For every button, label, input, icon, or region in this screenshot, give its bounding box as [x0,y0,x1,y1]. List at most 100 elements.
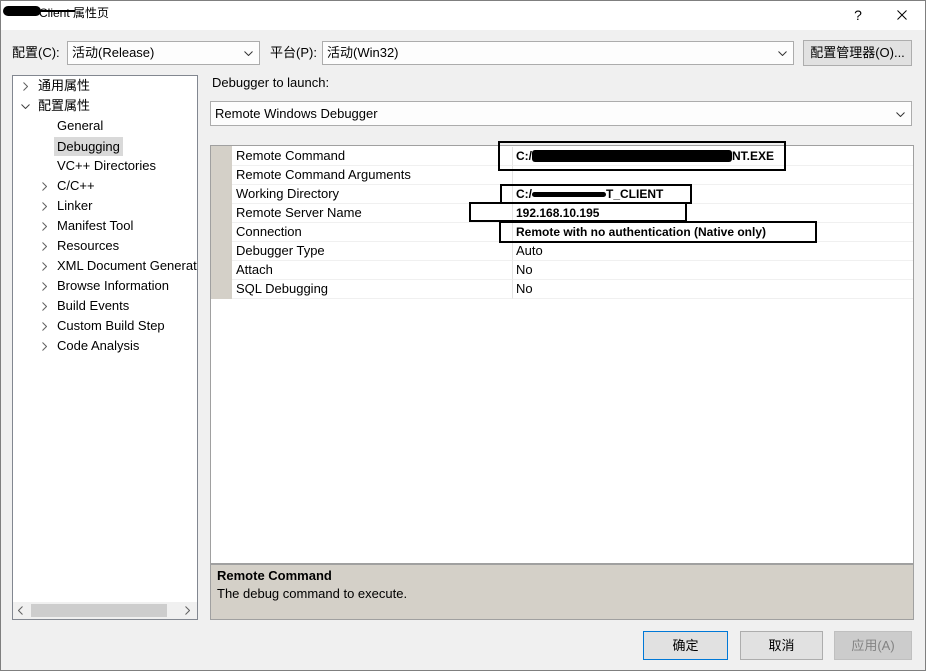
grid-row-debugger-type[interactable]: Debugger Type Auto [211,242,913,261]
debugger-to-launch-label: Debugger to launch: [212,75,330,90]
close-button[interactable] [880,1,924,29]
chevron-right-icon[interactable] [42,262,47,271]
chevron-down-icon[interactable] [21,104,30,109]
chevron-right-icon[interactable] [42,202,47,211]
property-name: Remote Command Arguments [232,166,513,185]
tree-item-linker[interactable]: Linker [13,196,197,216]
grid-row-remote-server-name[interactable]: Remote Server Name 192.168.10.195 [211,204,913,223]
help-button[interactable]: ? [838,1,878,29]
tree-item-configuration-properties[interactable]: 配置属性 [13,96,197,116]
redaction-scribble [532,192,606,197]
chevron-right-icon[interactable] [42,182,47,191]
property-pages-dialog: Client 属性页 ? 配置(C): 活动(Release) 平台(P): 活… [0,0,926,671]
chevron-right-icon[interactable] [42,282,47,291]
window-title: Client 属性页 [39,6,110,20]
tree-item-label: 通用属性 [38,78,91,93]
property-value[interactable]: No [513,280,913,299]
tree-item-common-properties[interactable]: 通用属性 [13,76,197,96]
property-value[interactable]: Remote with no authentication (Native on… [513,223,913,242]
tree-item-manifest-tool[interactable]: Manifest Tool [13,216,197,236]
property-name: Debugger Type [232,242,513,261]
tree-item-xml-document-generator[interactable]: XML Document Generat [13,256,197,276]
configuration-label: 配置(C): [12,45,60,60]
redaction-scribble [532,150,732,162]
property-name: Working Directory [232,185,513,204]
value-text: C:/ [516,149,532,163]
chevron-right-icon[interactable] [42,242,47,251]
cancel-button[interactable]: 取消 [740,631,823,660]
property-tree: 通用属性 配置属性 General Debugging VC++ Directo… [12,75,198,620]
configuration-manager-button[interactable]: 配置管理器(O)... [803,40,912,66]
chevron-left-icon[interactable] [18,606,23,615]
chevron-right-icon[interactable] [42,322,47,331]
tree-item-label: Manifest Tool [57,218,134,233]
configuration-dropdown[interactable]: 活动(Release) [67,41,260,65]
grid-row-working-directory[interactable]: Working Directory C:/ T_CLIENT [211,185,913,204]
property-name: Attach [232,261,513,280]
description-panel: Remote Command The debug command to exec… [210,564,914,620]
value-text: C:/ [516,187,532,201]
chevron-down-icon [896,112,905,117]
tree-item-label: Browse Information [57,278,169,293]
property-value[interactable]: No [513,261,913,280]
tree-item-label: General [57,118,104,133]
description-title: Remote Command [217,568,332,583]
property-name: Remote Command [232,147,513,166]
property-value[interactable]: C:/ NT.EXE [513,147,913,166]
chevron-right-icon[interactable] [23,82,28,91]
tree-item-vc-directories[interactable]: VC++ Directories [13,156,197,176]
chevron-right-icon[interactable] [42,342,47,351]
grid-row-remote-command-arguments[interactable]: Remote Command Arguments [211,166,913,185]
property-value[interactable]: Auto [513,242,913,261]
chevron-right-icon[interactable] [42,222,47,231]
platform-label: 平台(P): [270,45,317,60]
chevron-right-icon[interactable] [185,606,190,615]
tree-item-label: Build Events [57,298,130,313]
tree-item-browse-information[interactable]: Browse Information [13,276,197,296]
description-text: The debug command to execute. [217,586,408,601]
tree-item-general[interactable]: General [13,116,197,136]
tree-item-label: 配置属性 [38,98,91,113]
property-value[interactable]: C:/ T_CLIENT [513,185,913,204]
tree-item-label: Debugging [54,137,123,156]
chevron-down-icon [778,51,787,56]
ok-button[interactable]: 确定 [643,631,728,660]
tree-item-debugging[interactable]: Debugging [13,136,197,156]
value-text: T_CLIENT [606,187,664,201]
configuration-value: 活动(Release) [72,45,155,60]
debugger-value: Remote Windows Debugger [215,106,378,121]
tree-item-label: Custom Build Step [57,318,165,333]
help-icon: ? [854,7,862,23]
redaction-scribble [3,6,41,16]
platform-value: 活动(Win32) [327,45,399,60]
property-name: Connection [232,223,513,242]
debugger-dropdown[interactable]: Remote Windows Debugger [210,101,912,126]
close-icon [897,10,907,20]
chevron-right-icon[interactable] [42,302,47,311]
grid-row-attach[interactable]: Attach No [211,261,913,280]
property-name: Remote Server Name [232,204,513,223]
tree-item-label: Linker [57,198,93,213]
grid-row-connection[interactable]: Connection Remote with no authentication… [211,223,913,242]
tree-item-label: Code Analysis [57,338,140,353]
scrollbar-thumb[interactable] [31,604,167,617]
tree-item-build-events[interactable]: Build Events [13,296,197,316]
tree-item-c-cpp[interactable]: C/C++ [13,176,197,196]
platform-dropdown[interactable]: 活动(Win32) [322,41,794,65]
grid-row-remote-command[interactable]: Remote Command C:/ NT.EXE [211,147,913,166]
tree-item-label: C/C++ [57,178,95,193]
value-text: NT.EXE [732,149,775,163]
tree-item-custom-build-step[interactable]: Custom Build Step [13,316,197,336]
tree-item-label: VC++ Directories [57,158,156,173]
property-value[interactable] [513,166,913,185]
tree-item-code-analysis[interactable]: Code Analysis [13,336,197,356]
tree-item-label: Resources [57,238,120,253]
tree-item-resources[interactable]: Resources [13,236,197,256]
property-grid: Remote Command C:/ NT.EXE Remote Command … [210,145,914,564]
property-name: SQL Debugging [232,280,513,299]
horizontal-scrollbar[interactable] [13,602,197,619]
title-bar: Client 属性页 ? [1,1,925,30]
grid-row-sql-debugging[interactable]: SQL Debugging No [211,280,913,299]
apply-button[interactable]: 应用(A) [834,631,912,660]
property-value[interactable]: 192.168.10.195 [513,204,913,223]
